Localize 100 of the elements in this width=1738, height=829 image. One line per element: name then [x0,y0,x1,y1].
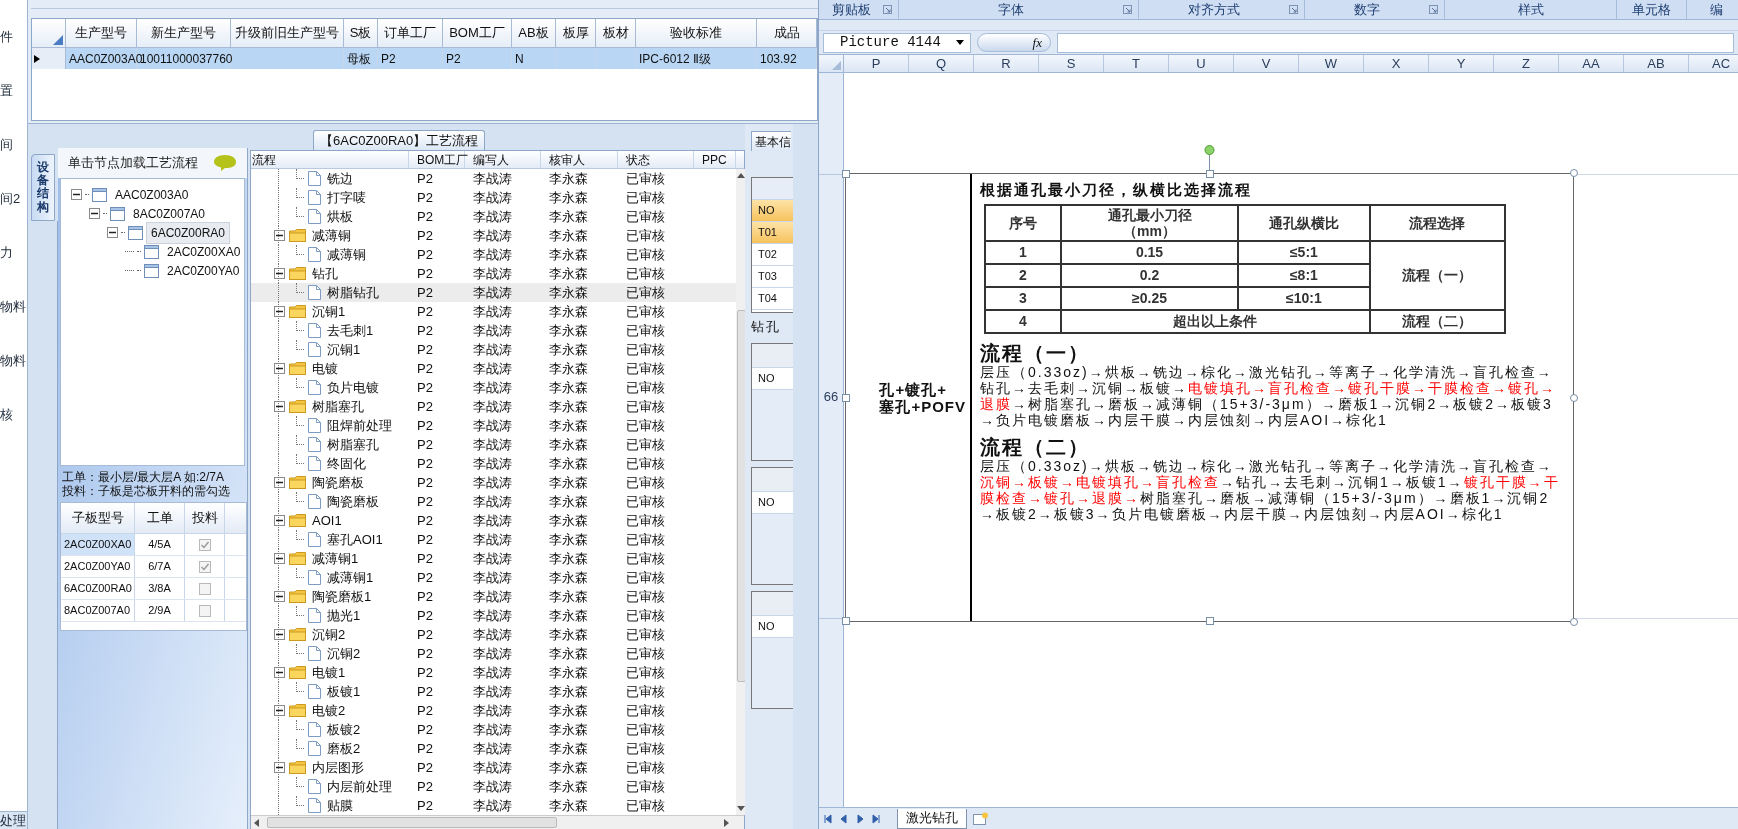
collapse-icon[interactable] [274,705,285,716]
resize-handle[interactable] [1570,169,1578,177]
column-header[interactable]: U [1169,55,1234,72]
column-header[interactable]: Z [1494,55,1559,72]
collapse-icon[interactable] [274,591,285,602]
tree-node[interactable]: 树脂塞孔 [327,434,379,455]
insert-sheet-icon[interactable] [973,812,989,825]
nav-item[interactable]: 力 [0,242,13,262]
process-row[interactable]: 内层图形 P2 李战涛 李永森 已审核 [251,758,736,777]
tree-node[interactable]: 减薄铜 [312,225,351,246]
tree-node[interactable]: 内层前处理 [327,776,392,797]
tree-node[interactable]: 负片电镀 [327,377,379,398]
tree-node[interactable]: 沉铜2 [327,643,361,664]
tree-node[interactable]: 内层图形 [312,757,364,778]
tree-node[interactable]: 沉铜1 [327,339,361,360]
tree-node[interactable]: 阻焊前处理 [327,415,392,436]
nav-item[interactable]: 置 [0,80,13,100]
resize-handle[interactable] [1206,170,1214,178]
name-box[interactable]: Picture 4144 [823,32,971,53]
sheet-nav-icon[interactable] [823,813,833,824]
column-header[interactable]: 新生产型号 [137,19,231,47]
process-row[interactable]: 负片电镀 P2 李战涛 李永森 已审核 [251,378,736,397]
process-row[interactable]: 树脂钻孔 P2 李战涛 李永森 已审核 [251,283,736,302]
process-row[interactable]: 减薄铜 P2 李战涛 李永森 已审核 [251,226,736,245]
tree-node[interactable]: 铣边 [327,169,353,189]
tree-node[interactable]: 陶瓷磨板 [312,472,364,493]
collapse-icon[interactable] [274,515,285,526]
column-header[interactable]: 核审人 [541,151,618,168]
checkbox[interactable] [198,560,211,573]
table-cell[interactable]: 2AC0Z00XA0 [61,534,135,555]
tree-node[interactable]: 沉铜2 [312,624,346,645]
process-row[interactable]: 内层前处理 P2 李战涛 李永森 已审核 [251,777,736,796]
table-cell[interactable]: 6AC0Z00RA0 [61,578,135,599]
tree-node[interactable]: 陶瓷磨板1 [312,586,372,607]
process-row[interactable]: 沉铜1 P2 李战涛 李永森 已审核 [251,340,736,359]
tree-node[interactable]: 抛光1 [327,605,361,626]
process-row[interactable]: 打字唛 P2 李战涛 李永森 已审核 [251,188,736,207]
column-header[interactable]: 流程 [251,151,409,168]
collapse-icon[interactable] [274,477,285,488]
column-header[interactable]: 子板型号 [61,503,135,533]
checkbox[interactable] [198,538,211,551]
collapse-icon[interactable] [71,189,82,200]
process-row[interactable]: 减薄铜1 P2 李战涛 李永森 已审核 [251,549,736,568]
tree-node[interactable]: 陶瓷磨板 [327,491,379,512]
dialog-launcher-icon[interactable] [1429,5,1438,14]
tree-node[interactable]: 去毛刺1 [327,320,374,341]
process-row[interactable]: 钻孔 P2 李战涛 李永森 已审核 [251,264,736,283]
process-row[interactable]: 去毛刺1 P2 李战涛 李永森 已审核 [251,321,736,340]
tree-node[interactable]: 树脂钻孔 [327,282,379,303]
tree-node[interactable]: 电镀1 [312,662,346,683]
process-row[interactable]: 磨板2 P2 李战涛 李永森 已审核 [251,739,736,758]
select-all-icon[interactable] [53,35,63,45]
column-header[interactable]: PPC [694,151,736,168]
process-row[interactable]: 减薄铜1 P2 李战涛 李永森 已审核 [251,568,736,587]
tree-node[interactable]: 磨板2 [327,738,361,759]
tree-node[interactable]: 沉铜1 [312,301,346,322]
nav-item[interactable]: 间2 [0,188,21,208]
column-header[interactable]: Y [1429,55,1494,72]
nav-item[interactable]: 间 [0,134,13,154]
process-row[interactable]: AOI1 P2 李战涛 李永森 已审核 [251,511,736,530]
process-row[interactable]: 阻焊前处理 P2 李战涛 李永森 已审核 [251,416,736,435]
sheet-nav-icon[interactable] [839,813,849,824]
tree-node[interactable]: 减薄铜1 [327,567,374,588]
resize-handle[interactable] [842,170,850,178]
tree-node[interactable]: 电镀 [312,358,338,379]
column-header[interactable]: P [844,55,909,72]
tree-node[interactable]: 6AC0Z00RA0 [146,221,231,244]
process-row[interactable]: 电镀1 P2 李战涛 李永森 已审核 [251,663,736,682]
column-header[interactable]: 成品 [757,19,817,47]
nav-item[interactable]: 物料 [0,296,26,316]
nav-item[interactable]: 件 [0,26,13,46]
tree-node[interactable]: 电镀2 [312,700,346,721]
column-header[interactable]: NO [752,200,793,222]
rotate-handle[interactable] [1204,145,1215,171]
table-cell[interactable]: 2AC0Z00YA0 [61,556,135,577]
caret-icon[interactable] [956,40,964,45]
collapse-icon[interactable] [274,268,285,279]
nav-item[interactable]: 处理 [0,810,26,829]
tree-node[interactable]: 打字唛 [327,187,366,208]
table-cell[interactable]: 8AC0Z007A0 [61,600,135,621]
function-button[interactable]: fx [977,33,1051,52]
column-header[interactable]: AA [1559,55,1624,72]
column-header[interactable]: Q [909,55,974,72]
process-row[interactable]: 沉铜2 P2 李战涛 李永森 已审核 [251,625,736,644]
resize-handle[interactable] [1570,618,1578,626]
process-row[interactable]: 烘板 P2 李战涛 李永森 已审核 [251,207,736,226]
column-header[interactable]: 工单 [135,503,185,533]
column-header[interactable]: V [1234,55,1299,72]
tree-node[interactable]: 烘板 [327,206,353,227]
process-row[interactable]: 陶瓷磨板 P2 李战涛 李永森 已审核 [251,473,736,492]
horizontal-scrollbar[interactable] [251,815,744,829]
collapse-icon[interactable] [274,667,285,678]
collapse-icon[interactable] [89,208,100,219]
process-row[interactable]: 树脂塞孔 P2 李战涛 李永森 已审核 [251,397,736,416]
sheet-nav-icon[interactable] [855,813,865,824]
checkbox[interactable] [198,582,211,595]
column-header[interactable]: X [1364,55,1429,72]
collapse-icon[interactable] [274,762,285,773]
tree-node[interactable]: 终固化 [327,453,366,474]
tree-node[interactable]: 减薄铜 [327,244,366,265]
